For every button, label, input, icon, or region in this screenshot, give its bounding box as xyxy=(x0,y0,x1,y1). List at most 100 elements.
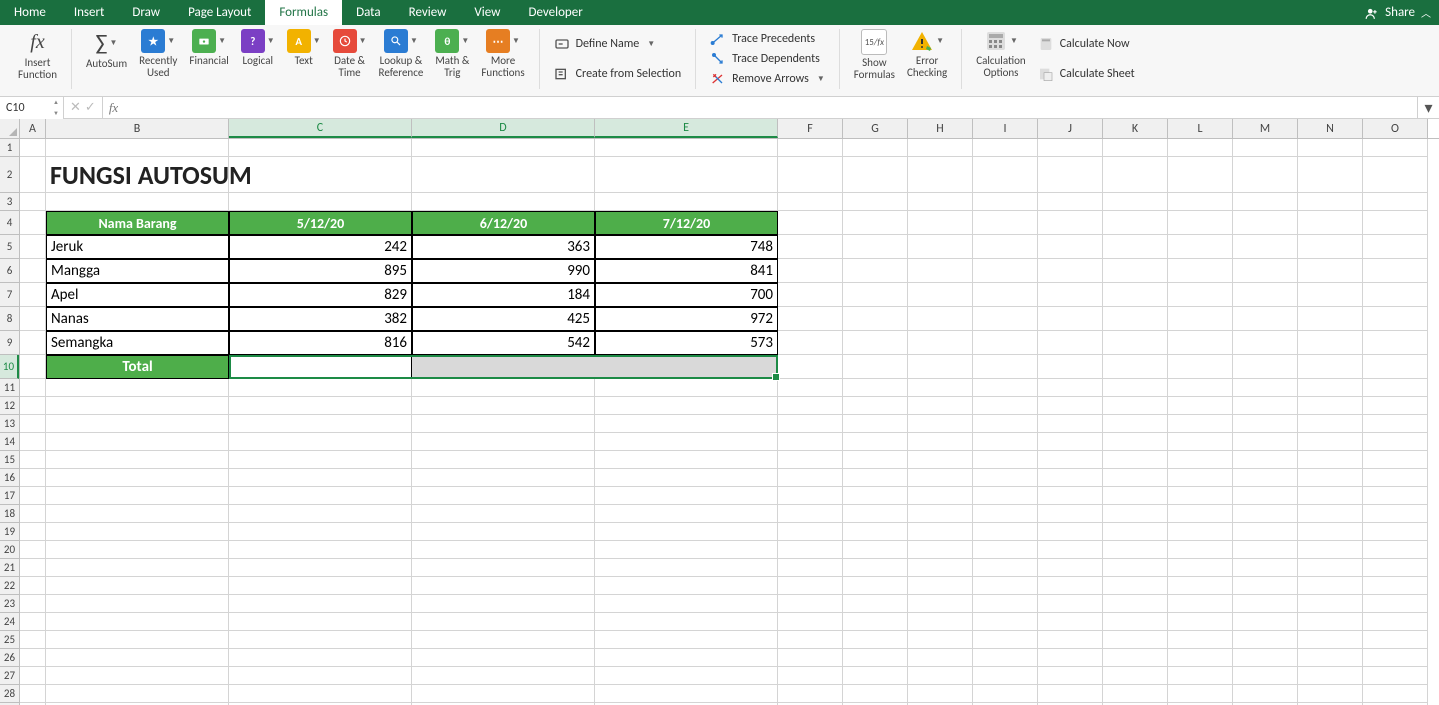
math-trig-button[interactable]: θ▼ Math & Trig xyxy=(429,29,475,79)
col-header-H[interactable]: H xyxy=(908,119,973,138)
trace-precedents-button[interactable]: Trace Precedents xyxy=(710,31,825,47)
row-header-26[interactable]: 26 xyxy=(0,649,19,667)
lookup-reference-button[interactable]: ▼ Lookup & Reference xyxy=(373,29,430,79)
tab-page-layout[interactable]: Page Layout xyxy=(174,0,265,25)
name-box-spinner[interactable]: ▲▼ xyxy=(49,97,63,118)
col-header-A[interactable]: A xyxy=(20,119,46,138)
more-functions-button[interactable]: ⋯▼ More Functions xyxy=(475,29,530,79)
recently-used-button[interactable]: ★▼ Recently Used xyxy=(133,29,183,79)
create-from-selection-button[interactable]: Create from Selection xyxy=(554,66,682,82)
tab-developer[interactable]: Developer xyxy=(514,0,596,25)
cell-E10[interactable] xyxy=(595,355,778,379)
show-formulas-button[interactable]: 15/fx Show Formulas xyxy=(848,29,901,81)
table-row: Nanas 382 425 972 xyxy=(20,307,1439,331)
calculation-options-button[interactable]: ▼ Calculation Options xyxy=(970,29,1032,79)
calculate-sheet-button[interactable]: Calculate Sheet xyxy=(1038,66,1135,82)
row-header-10[interactable]: 10 xyxy=(0,355,19,379)
expand-formula-bar[interactable]: ▾ xyxy=(1417,97,1439,118)
col-header-J[interactable]: J xyxy=(1038,119,1103,138)
insert-function-button[interactable]: fx Insert Function xyxy=(12,29,63,81)
cell-C10[interactable] xyxy=(229,355,412,379)
row-header-15[interactable]: 15 xyxy=(0,451,19,469)
row-header-3[interactable]: 3 xyxy=(0,193,19,211)
error-checking-button[interactable]: ▼ Error Checking xyxy=(901,29,953,79)
remove-arrows-icon xyxy=(710,71,726,87)
row-header-19[interactable]: 19 xyxy=(0,523,19,541)
col-header-E[interactable]: E xyxy=(595,119,778,138)
row-header-13[interactable]: 13 xyxy=(0,415,19,433)
row-header-9[interactable]: 9 xyxy=(0,331,19,355)
trace-dependents-button[interactable]: Trace Dependents xyxy=(710,51,825,67)
cells-area[interactable]: FUNGSI AUTOSUM Nama Barang 5/12/20 6/12/… xyxy=(20,139,1439,705)
financial-button[interactable]: ▼ Financial xyxy=(183,29,234,67)
name-box[interactable]: ▲▼ xyxy=(0,97,64,118)
col-header-D[interactable]: D xyxy=(412,119,595,138)
col-header-N[interactable]: N xyxy=(1298,119,1363,138)
fx-icon[interactable]: fx xyxy=(109,100,118,116)
col-header-L[interactable]: L xyxy=(1168,119,1233,138)
table-header-date3[interactable]: 7/12/20 xyxy=(595,211,778,235)
row-header-21[interactable]: 21 xyxy=(0,559,19,577)
tab-view[interactable]: View xyxy=(460,0,514,25)
text-button[interactable]: A▼ Text xyxy=(281,29,327,67)
row-header-12[interactable]: 12 xyxy=(0,397,19,415)
select-all-triangle[interactable] xyxy=(0,119,20,139)
formula-input[interactable] xyxy=(124,100,1411,116)
ribbon-tabs: Home Insert Draw Page Layout Formulas Da… xyxy=(0,0,1439,25)
table-row: Mangga 895 990 841 xyxy=(20,259,1439,283)
total-label[interactable]: Total xyxy=(46,355,229,379)
table-header-name[interactable]: Nama Barang xyxy=(46,211,229,235)
col-header-G[interactable]: G xyxy=(843,119,908,138)
tab-home[interactable]: Home xyxy=(0,0,60,25)
autosum-button[interactable]: ∑▼ AutoSum xyxy=(80,29,133,70)
row-header-27[interactable]: 27 xyxy=(0,667,19,685)
tab-insert[interactable]: Insert xyxy=(60,0,119,25)
row-header-14[interactable]: 14 xyxy=(0,433,19,451)
row-header-1[interactable]: 1 xyxy=(0,139,19,157)
row-header-25[interactable]: 25 xyxy=(0,631,19,649)
create-from-selection-icon xyxy=(554,66,570,82)
row-header-5[interactable]: 5 xyxy=(0,235,19,259)
column-headers: A B C D E F G H I J K L M N O xyxy=(20,119,1439,139)
row-header-23[interactable]: 23 xyxy=(0,595,19,613)
row-headers: 1 2 3 4 5 6 7 8 9 10 11 12 13 14 15 16 1… xyxy=(0,139,20,705)
tab-draw[interactable]: Draw xyxy=(118,0,174,25)
row-header-4[interactable]: 4 xyxy=(0,211,19,235)
row-header-7[interactable]: 7 xyxy=(0,283,19,307)
cell-D10[interactable] xyxy=(412,355,595,379)
col-header-M[interactable]: M xyxy=(1233,119,1298,138)
row-header-22[interactable]: 22 xyxy=(0,577,19,595)
row-header-18[interactable]: 18 xyxy=(0,505,19,523)
tab-formulas[interactable]: Formulas xyxy=(265,0,342,25)
row-header-16[interactable]: 16 xyxy=(0,469,19,487)
row-header-8[interactable]: 8 xyxy=(0,307,19,331)
row-header-28[interactable]: 28 xyxy=(0,685,19,703)
share-label: Share xyxy=(1385,5,1415,20)
col-header-K[interactable]: K xyxy=(1103,119,1168,138)
enter-formula-icon[interactable]: ✓ xyxy=(85,100,96,115)
col-header-F[interactable]: F xyxy=(778,119,843,138)
table-header-date2[interactable]: 6/12/20 xyxy=(412,211,595,235)
row-header-20[interactable]: 20 xyxy=(0,541,19,559)
tab-review[interactable]: Review xyxy=(395,0,461,25)
define-name-button[interactable]: Define Name▼ xyxy=(554,36,682,52)
col-header-C[interactable]: C xyxy=(229,119,412,138)
share-button[interactable]: Share ︿ xyxy=(1365,0,1431,25)
col-header-I[interactable]: I xyxy=(973,119,1038,138)
row-header-11[interactable]: 11 xyxy=(0,379,19,397)
date-time-button[interactable]: ▼ Date & Time xyxy=(327,29,373,79)
remove-arrows-button[interactable]: Remove Arrows▼ xyxy=(710,71,825,87)
row-header-2[interactable]: 2 xyxy=(0,157,19,193)
col-header-B[interactable]: B xyxy=(46,119,229,138)
row-header-17[interactable]: 17 xyxy=(0,487,19,505)
col-header-O[interactable]: O xyxy=(1363,119,1428,138)
calculate-now-button[interactable]: Calculate Now xyxy=(1038,36,1135,52)
row-header-6[interactable]: 6 xyxy=(0,259,19,283)
tab-data[interactable]: Data xyxy=(342,0,395,25)
row-header-24[interactable]: 24 xyxy=(0,613,19,631)
logical-button[interactable]: ?▼ Logical xyxy=(235,29,281,67)
calculate-now-icon xyxy=(1038,36,1054,52)
error-checking-icon xyxy=(910,29,934,53)
table-header-date1[interactable]: 5/12/20 xyxy=(229,211,412,235)
cancel-formula-icon[interactable]: ✕ xyxy=(70,100,81,115)
